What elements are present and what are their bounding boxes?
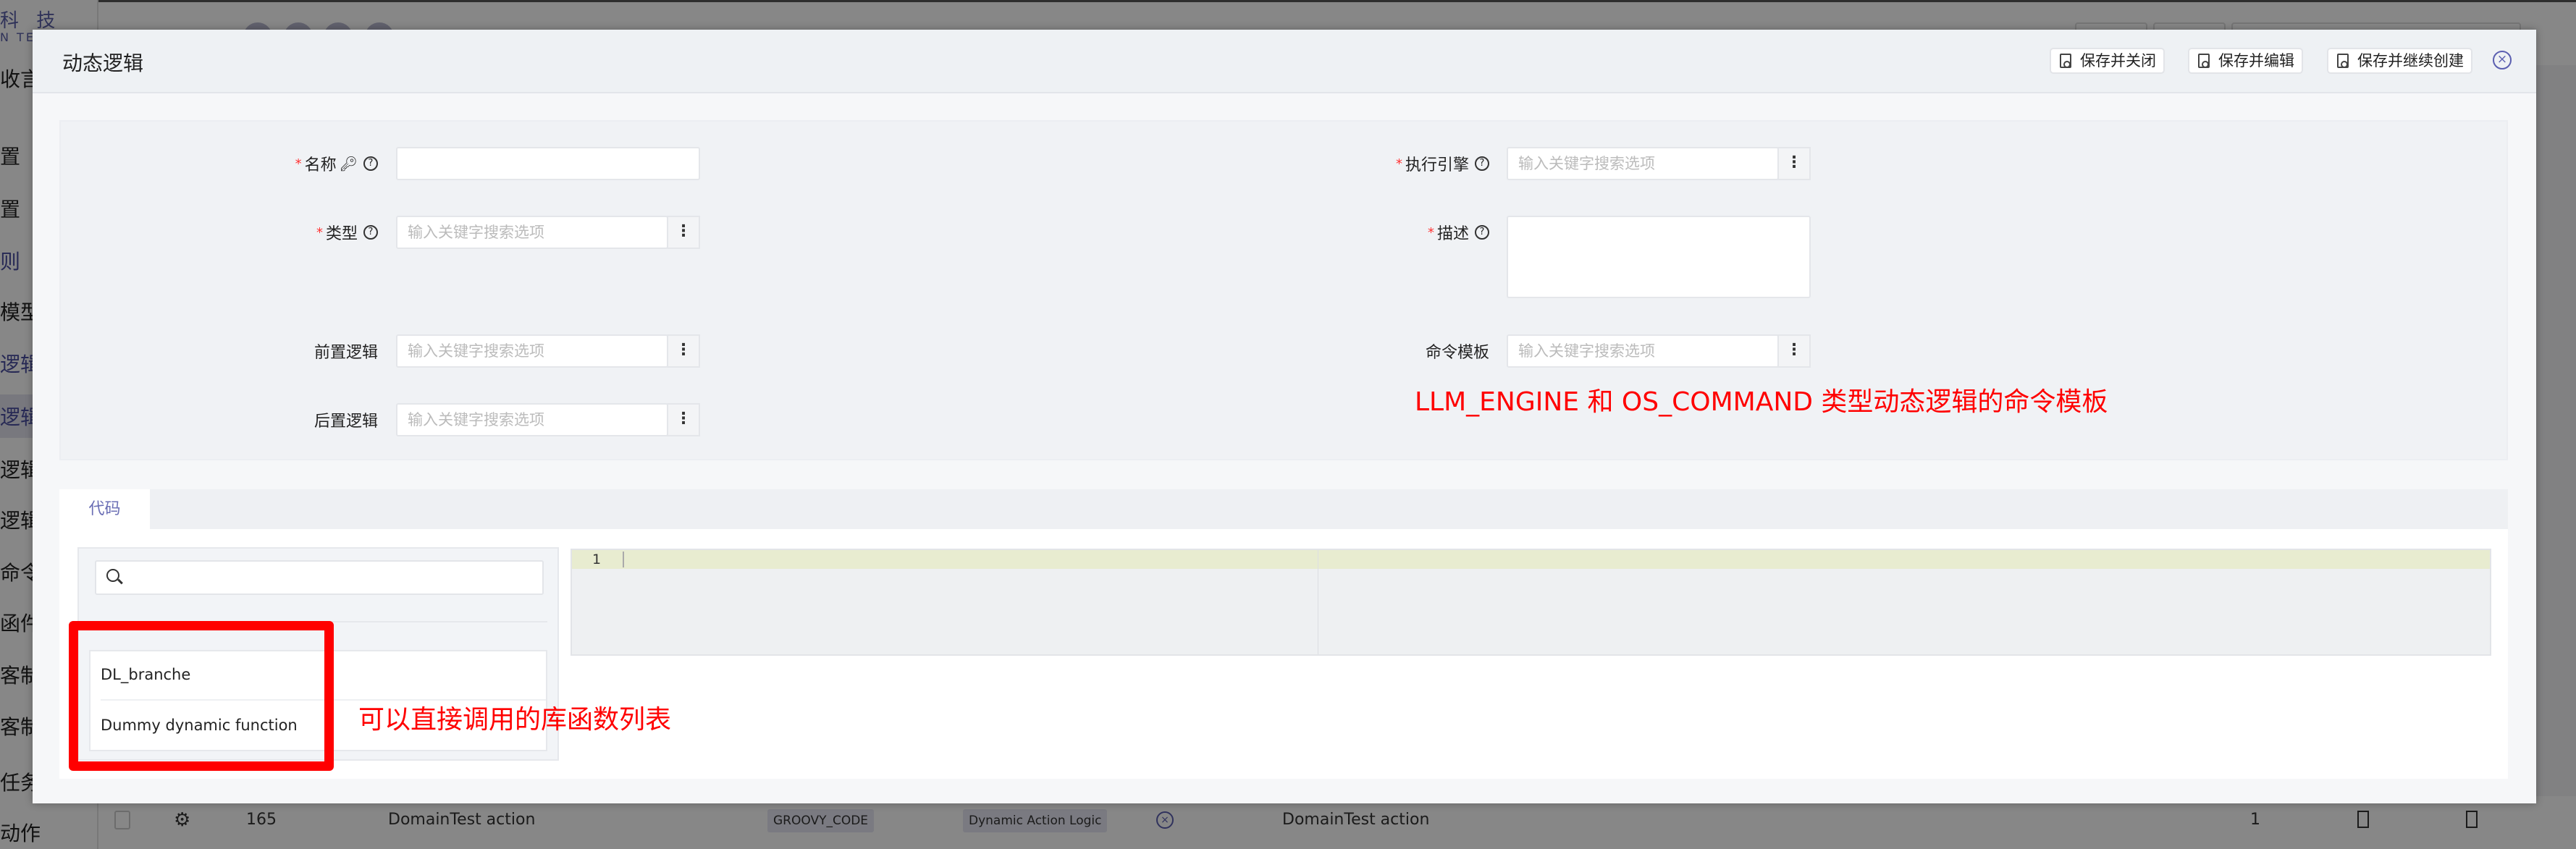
- modal-header: 动态逻辑 保存并关闭 保存并编辑 保存并继续创建 ×: [33, 30, 2536, 93]
- save-icon: [2060, 54, 2071, 68]
- more-vertical-icon[interactable]: ⋮: [1777, 147, 1811, 180]
- pre-logic-select[interactable]: 输入关键字搜索选项: [396, 334, 668, 368]
- cmd-template-select[interactable]: 输入关键字搜索选项: [1507, 334, 1779, 368]
- tab-bar: [59, 489, 2508, 529]
- library-search-input[interactable]: [95, 560, 544, 595]
- more-vertical-icon[interactable]: ⋮: [667, 334, 700, 368]
- modal-title: 动态逻辑: [62, 51, 144, 75]
- save-icon: [2337, 54, 2349, 68]
- post-logic-label: 后置逻辑: [313, 413, 378, 431]
- save-close-label: 保存并关闭: [2080, 52, 2156, 69]
- save-edit-button[interactable]: 保存并编辑: [2188, 48, 2303, 74]
- more-vertical-icon[interactable]: ⋮: [1777, 334, 1811, 368]
- cmd-template-annotation: LLM_ENGINE 和 OS_COMMAND 类型动态逻辑的命令模板: [1415, 387, 2108, 417]
- dynamic-logic-modal: 动态逻辑 保存并关闭 保存并编辑 保存并继续创建 × * 名称 🔑︎? * 类型? 输…: [33, 30, 2536, 803]
- engine-select[interactable]: 输入关键字搜索选项: [1507, 147, 1779, 180]
- editor-cursor: [623, 552, 624, 567]
- key-icon: 🔑︎: [339, 155, 358, 172]
- code-editor[interactable]: 1: [571, 549, 2491, 656]
- help-icon: ?: [1475, 225, 1489, 240]
- engine-label: * 执行引擎?: [1396, 147, 1489, 180]
- library-annotation: 可以直接调用的库函数列表: [358, 705, 672, 735]
- name-label: * 名称 🔑︎?: [295, 147, 378, 180]
- type-label: * 类型?: [316, 216, 378, 249]
- more-vertical-icon[interactable]: ⋮: [667, 403, 700, 436]
- help-icon: ?: [363, 156, 378, 171]
- post-logic-select[interactable]: 输入关键字搜索选项: [396, 403, 668, 436]
- active-line: [572, 550, 2490, 569]
- save-icon: [2198, 54, 2210, 68]
- save-edit-label: 保存并编辑: [2218, 52, 2294, 69]
- more-vertical-icon[interactable]: ⋮: [667, 216, 700, 249]
- tab-code[interactable]: 代码: [59, 489, 150, 531]
- close-icon[interactable]: ×: [2493, 51, 2512, 69]
- type-select[interactable]: 输入关键字搜索选项: [396, 216, 668, 249]
- help-icon: ?: [363, 225, 378, 240]
- save-close-button[interactable]: 保存并关闭: [2050, 48, 2165, 74]
- save-continue-button[interactable]: 保存并继续创建: [2327, 48, 2472, 74]
- form-panel: * 名称 🔑︎? * 类型? 输入关键字搜索选项 ⋮ 前置逻辑 输入关键字搜索选项 ⋮…: [59, 120, 2508, 460]
- search-icon: [106, 569, 119, 582]
- save-continue-label: 保存并继续创建: [2357, 52, 2464, 69]
- description-textarea[interactable]: [1507, 216, 1811, 298]
- pre-logic-label: 前置逻辑: [313, 344, 378, 362]
- cmd-template-label: 命令模板: [1425, 344, 1489, 362]
- help-icon: ?: [1475, 156, 1489, 171]
- line-number: 1: [592, 552, 602, 567]
- name-input[interactable]: [396, 147, 700, 180]
- description-label: * 描述?: [1428, 216, 1489, 249]
- library-annotation-box: [69, 621, 334, 771]
